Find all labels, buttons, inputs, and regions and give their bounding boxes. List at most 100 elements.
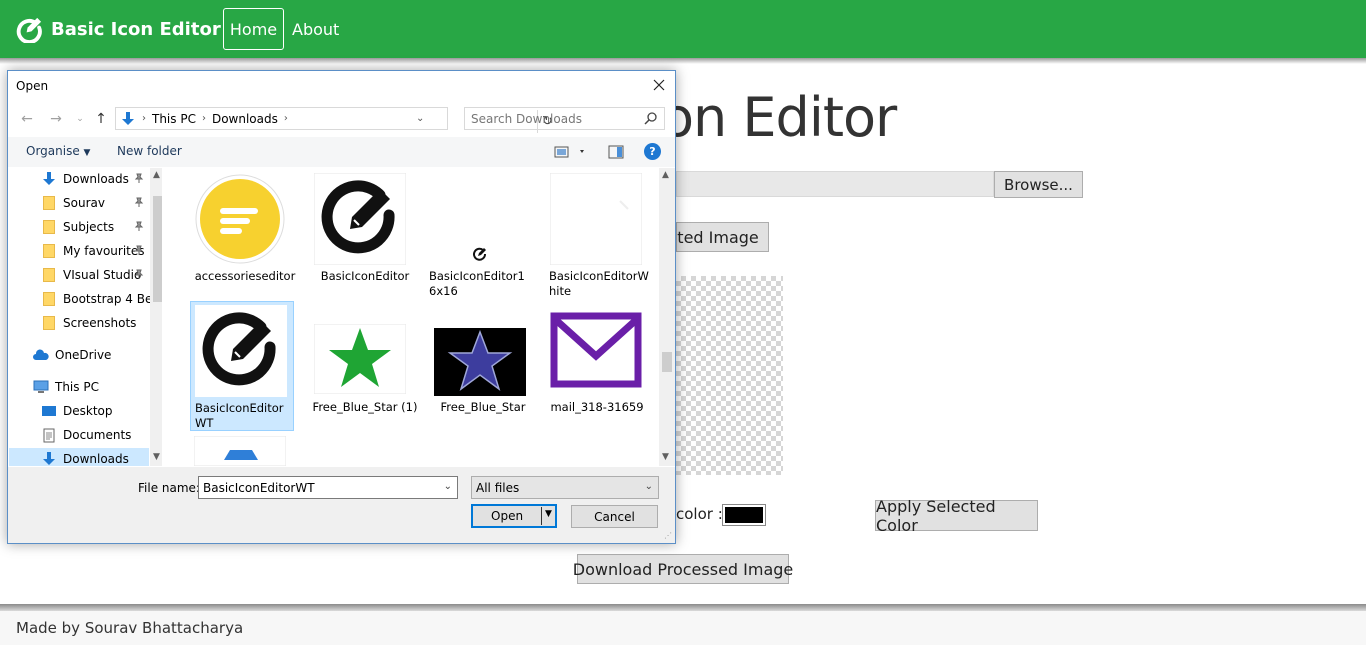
- file-item[interactable]: BasicIconEditorWhite: [545, 170, 649, 300]
- back-button[interactable]: ←: [19, 111, 35, 127]
- close-icon: [653, 79, 665, 91]
- file-item[interactable]: mail_318-31659: [545, 301, 649, 431]
- split-divider: [541, 507, 542, 525]
- navigation-scrollbar[interactable]: ▲ ▼: [150, 168, 162, 466]
- documents-icon: [41, 427, 57, 443]
- view-icon: [554, 146, 584, 158]
- file-type-value: All files: [476, 480, 520, 495]
- navigation-pane: Downloads Sourav Subjects My favourites …: [9, 168, 162, 466]
- file-item[interactable]: Free_Blue_Star: [423, 301, 527, 431]
- nav-label: Documents: [63, 428, 132, 442]
- back-arrow-icon: ←: [21, 111, 33, 127]
- file-item[interactable]: Free_Blue_Star (1): [305, 301, 417, 431]
- download-processed-image-button[interactable]: Download Processed Image: [573, 554, 793, 584]
- file-item[interactable]: accessorieseditor: [185, 170, 295, 300]
- nav-this-pc[interactable]: This PC: [9, 376, 149, 398]
- file-thumbnail: [314, 173, 406, 265]
- nav-label: Downloads: [63, 452, 129, 466]
- nav-screenshots[interactable]: Screenshots: [9, 312, 149, 334]
- breadcrumb-this-pc[interactable]: This PC: [152, 112, 196, 126]
- folder-icon: [41, 195, 57, 211]
- preview-pane-button[interactable]: [608, 145, 624, 162]
- scroll-up-icon[interactable]: ▲: [662, 170, 669, 180]
- pencil-circle-logo-icon: [16, 17, 42, 43]
- mail-envelope-image-icon: [550, 308, 642, 392]
- address-bar[interactable]: › This PC › Downloads › ⌄ ↻: [115, 107, 553, 133]
- file-thumbnail: [434, 328, 526, 396]
- nav-label: Sourav: [63, 196, 105, 210]
- file-list: accessorieseditor BasicIconEditor BasicI…: [165, 168, 659, 466]
- file-name-input[interactable]: BasicIconEditorWT ⌄: [198, 476, 458, 499]
- chevron-down-icon: ⌄: [644, 481, 653, 492]
- new-folder-button[interactable]: New folder: [117, 144, 182, 158]
- nav-home-link[interactable]: Home: [223, 8, 284, 50]
- forward-button[interactable]: →: [48, 111, 64, 127]
- open-button[interactable]: Open ▼: [471, 504, 557, 528]
- page-title: on Editor: [661, 86, 897, 149]
- nav-subjects[interactable]: Subjects: [9, 216, 149, 238]
- pencil-circle-small-image-icon: [473, 247, 487, 261]
- nav-desktop[interactable]: Desktop: [9, 400, 149, 422]
- help-icon: ?: [649, 145, 656, 158]
- folder-icon: [41, 267, 57, 283]
- file-list-scrollbar[interactable]: ▲ ▼: [659, 168, 675, 466]
- breadcrumb-downloads[interactable]: Downloads: [212, 112, 278, 126]
- nav-downloads-quick[interactable]: Downloads: [9, 168, 149, 190]
- desktop-icon: [41, 403, 57, 419]
- nav-onedrive[interactable]: OneDrive: [9, 344, 149, 366]
- change-view-button[interactable]: [554, 145, 586, 162]
- preview-pane-icon: [608, 145, 624, 159]
- chevron-down-icon[interactable]: ⌄: [444, 481, 452, 492]
- nav-visual-studio[interactable]: VIsual Studio: [9, 264, 149, 286]
- cancel-button[interactable]: Cancel: [571, 505, 658, 528]
- file-item[interactable]: BasicIconEditor16x16: [425, 170, 529, 300]
- recent-locations-button[interactable]: ⌄: [72, 111, 88, 127]
- file-thumbnail: [434, 173, 526, 265]
- open-button-label: Open: [491, 509, 524, 523]
- download-arrow-icon: [122, 111, 134, 125]
- apply-selected-color-button[interactable]: Apply Selected Color: [875, 497, 1038, 535]
- scrollbar-thumb[interactable]: [662, 352, 672, 372]
- brand[interactable]: Basic Icon Editor: [16, 12, 221, 46]
- file-item[interactable]: [190, 436, 294, 466]
- nav-documents[interactable]: Documents: [9, 424, 149, 446]
- file-name: Free_Blue_Star: [440, 400, 526, 414]
- file-path-input[interactable]: [676, 171, 994, 197]
- file-item-selected[interactable]: BasicIconEditorWT: [190, 301, 294, 431]
- file-name-label: File name:: [138, 481, 200, 495]
- nav-sourav[interactable]: Sourav: [9, 192, 149, 214]
- dialog-close-button[interactable]: [648, 75, 670, 95]
- help-button[interactable]: ?: [644, 143, 661, 160]
- open-dropdown-icon[interactable]: ▼: [545, 509, 552, 519]
- scroll-down-icon[interactable]: ▼: [153, 452, 160, 462]
- scroll-up-icon[interactable]: ▲: [153, 170, 160, 180]
- nav-bootstrap-4-beta[interactable]: Bootstrap 4 Beta: [9, 288, 162, 310]
- browse-button[interactable]: Browse...: [994, 171, 1083, 198]
- resize-grip-icon[interactable]: ⋰: [664, 531, 672, 540]
- pencil-circle-image-icon: [314, 173, 406, 265]
- file-thumbnail: [550, 308, 642, 392]
- nav-my-favourites[interactable]: My favourites: [9, 240, 149, 262]
- scroll-down-icon[interactable]: ▼: [662, 452, 669, 462]
- organise-button[interactable]: Organise ▼: [26, 144, 90, 158]
- blue-shape-image-icon: [194, 436, 286, 466]
- nav-downloads-selected[interactable]: Downloads: [9, 448, 149, 466]
- green-star-image-icon: [314, 324, 406, 394]
- breadcrumb-chevron-icon: ›: [201, 113, 206, 124]
- address-dropdown-icon[interactable]: ⌄: [416, 113, 424, 124]
- nav-about-link[interactable]: About: [284, 8, 347, 50]
- nav-label: VIsual Studio: [63, 268, 142, 282]
- load-selected-image-button[interactable]: leted Image: [676, 222, 769, 252]
- file-thumbnail: [314, 324, 406, 394]
- file-thumbnail: [195, 305, 287, 397]
- white-pencil-image-icon: [550, 173, 642, 265]
- breadcrumb-chevron-icon: ›: [142, 113, 146, 124]
- up-button[interactable]: ↑: [93, 111, 109, 127]
- file-item[interactable]: BasicIconEditor: [305, 170, 409, 300]
- scrollbar-thumb[interactable]: [153, 196, 162, 302]
- chevron-down-icon: ⌄: [76, 114, 84, 124]
- search-input[interactable]: Search Downloads: [464, 107, 665, 130]
- search-icon: [644, 112, 657, 125]
- color-picker[interactable]: [722, 504, 766, 526]
- file-type-select[interactable]: All files ⌄: [471, 476, 659, 499]
